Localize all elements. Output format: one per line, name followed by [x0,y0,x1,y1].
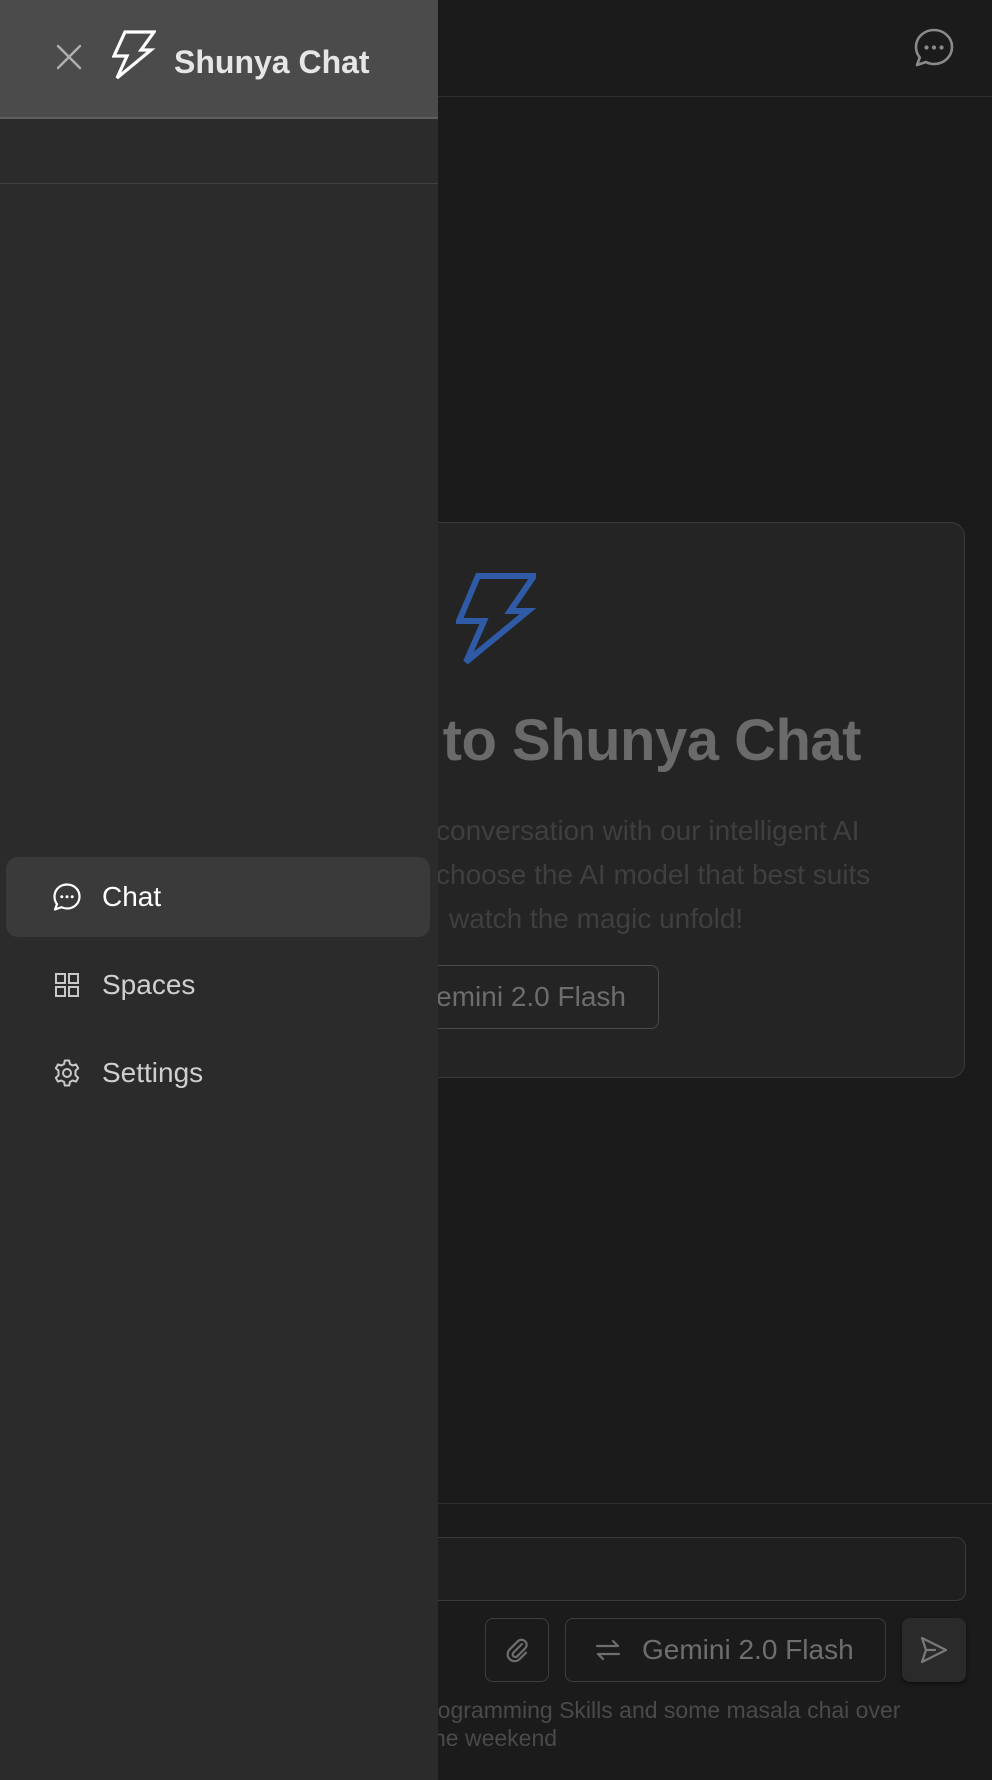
paperclip-icon [506,1638,528,1663]
sidebar-item-label: Settings [102,1057,204,1088]
chat-bubble-dots-icon [914,28,954,67]
chat-bubble-dots-icon [52,882,82,912]
attach-button[interactable] [485,1618,549,1682]
sidebar-divider [0,183,438,184]
model-selector-label: Gemini 2.0 Flash [642,1634,854,1665]
sidebar-item-chat[interactable]: Chat [6,857,430,937]
new-chat-button[interactable] [912,26,956,70]
close-icon [56,44,82,70]
grid-icon [52,970,82,1000]
lightning-logo-icon [456,573,536,665]
sidebar-header: Shunya Chat [0,0,438,119]
gear-icon [52,1058,82,1088]
sidebar-title: Shunya Chat [174,44,370,80]
model-selector[interactable]: Gemini 2.0 Flash [565,1618,886,1682]
send-button[interactable] [902,1618,966,1682]
sidebar-item-label: Spaces [102,969,196,1000]
welcome-model-label: emini 2.0 Flash [436,981,626,1012]
close-sidebar-button[interactable] [50,38,88,76]
swap-arrows-icon [595,1639,621,1661]
sidebar-drawer: Shunya Chat Chat Spaces Settings [0,0,438,1780]
sidebar-item-settings[interactable]: Settings [6,1033,430,1113]
lightning-logo-icon [112,30,156,80]
sidebar-nav: Chat Spaces Settings [6,857,430,1121]
sidebar-item-spaces[interactable]: Spaces [6,945,430,1025]
sidebar-item-label: Chat [102,881,162,912]
send-icon [920,1636,948,1664]
